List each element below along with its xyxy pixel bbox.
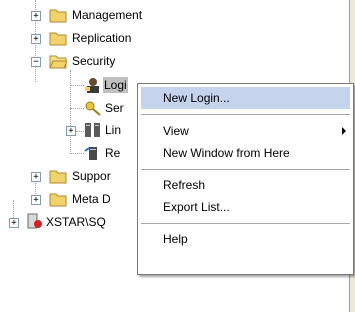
logins-icon [85, 78, 99, 93]
tree-item-logins[interactable]: Logi [103, 77, 128, 93]
tree-item-support-services[interactable]: Suppor [72, 168, 111, 184]
tree-connector [70, 70, 71, 154]
expand-toggle[interactable]: + [31, 195, 41, 205]
menu-separator [141, 169, 350, 170]
menu-item-label: New Window from Here [163, 146, 290, 160]
context-menu: New Login... View New Window from Here R… [137, 83, 354, 275]
tree-item-meta-data-services[interactable]: Meta D [72, 191, 111, 207]
folder-icon [49, 9, 67, 23]
menu-item-new-window[interactable]: New Window from Here [141, 142, 350, 164]
tree-item-replication[interactable]: Replication [72, 30, 131, 46]
expand-toggle[interactable]: + [31, 172, 41, 182]
menu-item-label: Export List... [163, 200, 230, 214]
menu-item-new-login[interactable]: New Login... [141, 87, 350, 109]
folder-icon [49, 170, 67, 184]
menu-item-export-list[interactable]: Export List... [141, 196, 350, 218]
menu-item-label: Refresh [163, 178, 206, 192]
menu-item-label: New Login... [163, 91, 230, 105]
submenu-arrow-icon [342, 127, 346, 135]
menu-item-view[interactable]: View [141, 120, 350, 142]
server-roles-icon [85, 101, 101, 116]
tree-item-management[interactable]: Management [72, 7, 142, 23]
linked-servers-icon [85, 123, 100, 137]
expand-toggle[interactable]: + [31, 11, 41, 21]
folder-open-icon [49, 55, 67, 69]
menu-item-label: View [163, 124, 189, 138]
tree-connector [70, 85, 84, 86]
folder-icon [49, 32, 67, 46]
expand-toggle[interactable]: + [31, 34, 41, 44]
folder-icon [49, 193, 67, 207]
expand-toggle[interactable]: + [66, 126, 76, 136]
tree-connector [70, 153, 84, 154]
expand-toggle[interactable]: + [9, 218, 19, 228]
server-stopped-icon [27, 213, 42, 229]
tree-item-security[interactable]: Security [72, 53, 115, 69]
tree-item-server-roles[interactable]: Ser [105, 100, 124, 116]
tree-item-linked-servers[interactable]: Lin [105, 122, 121, 138]
tree-connector [76, 131, 84, 132]
menu-separator [141, 223, 350, 224]
menu-item-refresh[interactable]: Refresh [141, 174, 350, 196]
menu-item-help[interactable]: Help [141, 228, 350, 250]
collapse-toggle[interactable]: − [31, 57, 41, 67]
tree-item-remote-servers[interactable]: Re [105, 145, 120, 161]
tree-connector [70, 108, 84, 109]
tree-item-xstar-server[interactable]: XSTAR\SQ [46, 214, 106, 230]
menu-separator [141, 114, 350, 115]
menu-item-label: Help [163, 232, 188, 246]
remote-servers-icon [84, 147, 97, 160]
